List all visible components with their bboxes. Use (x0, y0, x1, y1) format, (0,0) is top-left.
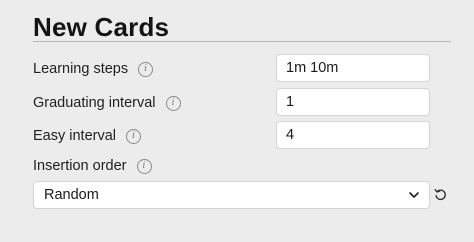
graduating-interval-input[interactable] (276, 88, 430, 116)
insertion-order-value: Random (44, 187, 99, 203)
easy-interval-label: Easy interval (33, 128, 117, 144)
insertion-order-select[interactable]: Random (33, 181, 430, 209)
info-icon[interactable]: i (138, 61, 154, 77)
easy-interval-row: Easy interval i (33, 121, 431, 151)
section-title: New Cards (33, 12, 170, 42)
revert-icon[interactable] (434, 188, 447, 201)
info-icon[interactable]: i (126, 128, 142, 144)
easy-interval-input[interactable] (276, 121, 430, 149)
learning-steps-row: Learning steps i (33, 54, 431, 84)
title-divider (33, 41, 451, 42)
insertion-order-label: Insertion order (33, 158, 127, 174)
info-icon[interactable]: i (165, 95, 181, 111)
chevron-down-icon (409, 192, 419, 198)
info-icon[interactable]: i (136, 158, 152, 174)
graduating-interval-label: Graduating interval (33, 95, 156, 111)
learning-steps-label: Learning steps (33, 61, 129, 77)
graduating-interval-row: Graduating interval i (33, 88, 431, 118)
insertion-order-row: Insertion order i (33, 151, 431, 181)
learning-steps-input[interactable] (276, 54, 430, 82)
